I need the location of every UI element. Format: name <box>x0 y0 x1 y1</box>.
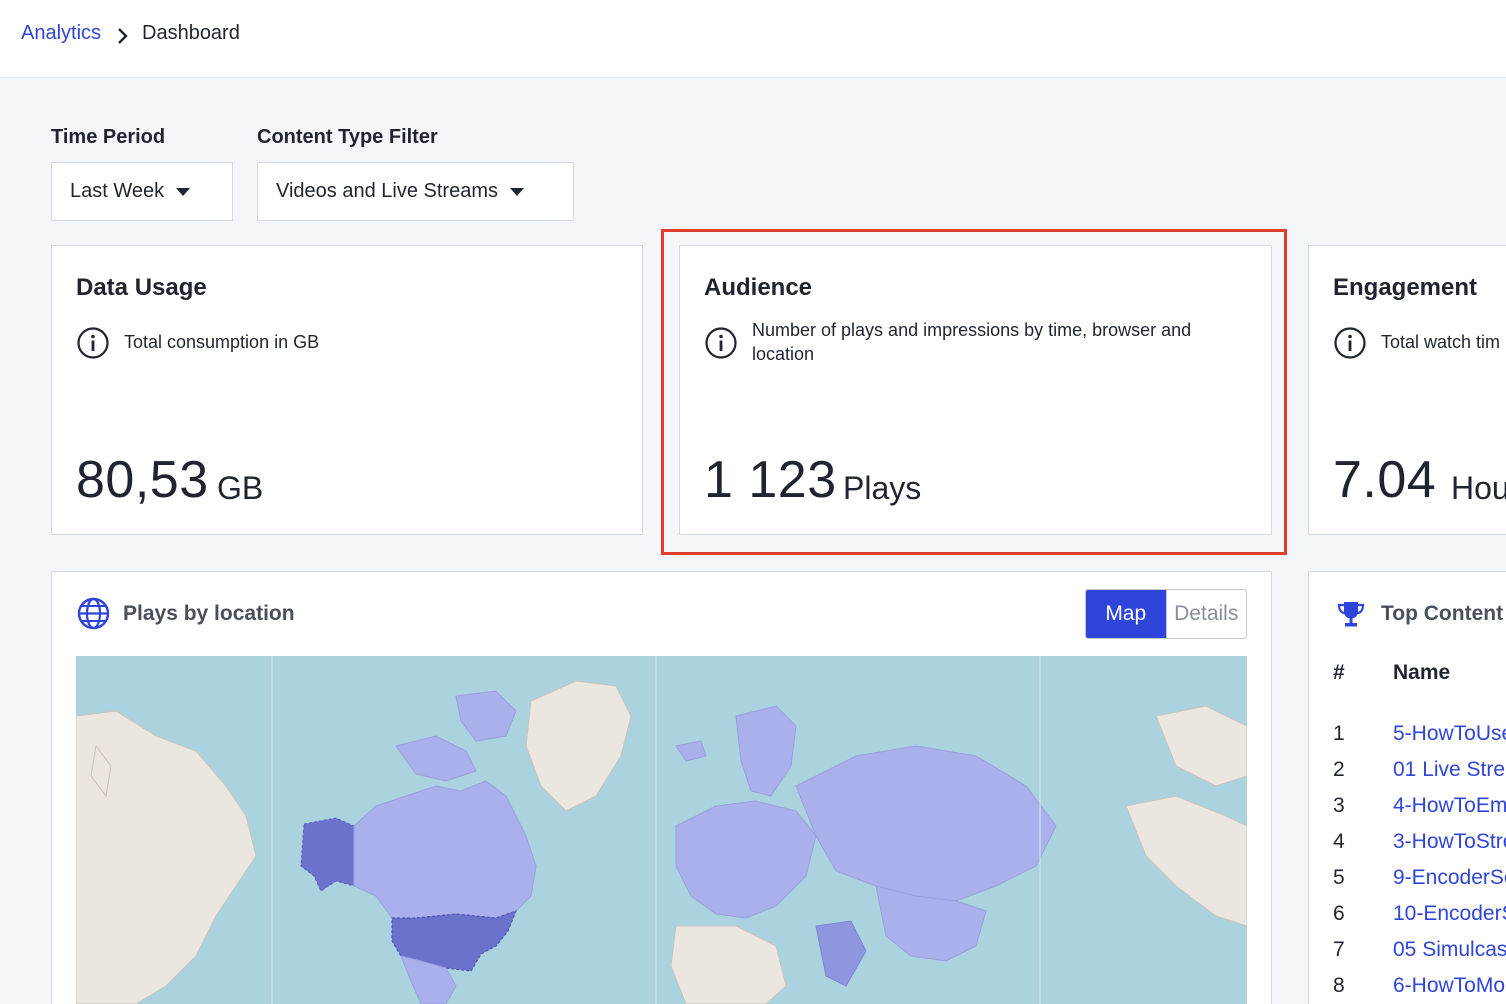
top-content-rank: 5 <box>1333 866 1345 889</box>
audience-unit: Plays <box>843 470 922 506</box>
top-content-link[interactable]: 5-HowToUse <box>1393 722 1506 746</box>
globe-icon <box>77 597 110 630</box>
data-usage-description: Total consumption in GB <box>124 332 320 352</box>
map-region-canada-islands <box>455 690 517 742</box>
info-circle-icon <box>77 327 109 359</box>
top-content-link[interactable]: 9-EncoderSe <box>1393 866 1506 890</box>
engagement-value: 7.04 <box>1333 451 1437 509</box>
plays-by-location-title: Plays by location <box>123 602 295 625</box>
top-content-link[interactable]: 6-HowToMo <box>1393 974 1505 998</box>
map-tab-button[interactable]: Map <box>1086 590 1166 638</box>
engagement-description: Total watch tim <box>1381 332 1501 352</box>
audience-title: Audience <box>704 274 813 301</box>
info-circle-icon <box>1334 327 1366 359</box>
map-land-greenland <box>525 680 632 812</box>
details-tab-button[interactable]: Details <box>1165 590 1247 638</box>
audience-card: Audience Number of plays and impressions… <box>679 245 1272 535</box>
top-content-rank: 6 <box>1333 902 1345 925</box>
top-content-rank: 4 <box>1333 830 1345 853</box>
map-region-canada <box>353 780 537 919</box>
world-map-drawing <box>76 656 1247 1004</box>
world-map[interactable] <box>76 656 1247 1004</box>
top-content-rank: 2 <box>1333 758 1345 781</box>
top-content-name-header: Name <box>1393 661 1451 684</box>
map-region-russia <box>795 745 1057 902</box>
content-type-label: Content Type Filter <box>257 126 438 148</box>
map-region-europe <box>675 800 817 919</box>
caret-down-icon <box>509 187 524 196</box>
info-circle-icon <box>705 327 737 359</box>
engagement-title: Engagement <box>1333 274 1478 301</box>
map-region-canada-north <box>395 735 477 782</box>
top-content-link[interactable]: 4-HowToEm <box>1393 794 1506 818</box>
time-period-select[interactable]: Last Week <box>51 162 233 221</box>
map-details-toggle: Map Details <box>1085 589 1247 639</box>
engagement-card: Engagement Total watch tim 7.04 Hou <box>1308 245 1506 535</box>
top-content-title: Top Content ( <box>1381 602 1506 625</box>
map-land-africa <box>670 925 787 1004</box>
trophy-icon <box>1337 602 1365 627</box>
caret-down-icon <box>176 187 191 196</box>
audience-description: Number of plays and impressions by time,… <box>752 320 1192 364</box>
top-bar: Analytics Dashboard <box>0 0 1506 78</box>
top-content-link[interactable]: 10-EncoderS <box>1393 902 1506 926</box>
engagement-unit: Hou <box>1451 470 1506 506</box>
top-content-rank: 3 <box>1333 794 1345 817</box>
map-region-iceland <box>675 740 707 762</box>
data-usage-card: Data Usage Total consumption in GB 80,53… <box>51 245 643 535</box>
map-region-scandinavia <box>735 705 797 797</box>
top-content-rank: 1 <box>1333 722 1345 745</box>
top-content-rank-header: # <box>1333 661 1345 684</box>
map-region-alaska <box>300 817 355 892</box>
chevron-right-icon <box>118 28 128 44</box>
top-content-link[interactable]: 01 Live Strea <box>1393 758 1506 782</box>
map-land-alaska-east <box>1125 795 1247 927</box>
breadcrumb-analytics-link[interactable]: Analytics <box>21 22 101 45</box>
time-period-value: Last Week <box>70 180 165 202</box>
content-type-select[interactable]: Videos and Live Streams <box>257 162 574 221</box>
top-content-link[interactable]: 05 Simulcas <box>1393 938 1506 962</box>
top-content-rank: 7 <box>1333 938 1345 961</box>
breadcrumb-current: Dashboard <box>142 22 240 44</box>
top-content-link[interactable]: 3-HowToStre <box>1393 830 1506 854</box>
data-usage-value: 80,53 <box>76 451 209 509</box>
top-content-rank: 8 <box>1333 974 1345 997</box>
map-region-india <box>815 920 867 987</box>
map-land-north-east <box>1155 705 1247 787</box>
content-type-value: Videos and Live Streams <box>276 180 498 202</box>
data-usage-title: Data Usage <box>76 274 207 301</box>
audience-value: 1 123 <box>704 451 837 509</box>
data-usage-unit: GB <box>217 470 264 506</box>
time-period-label: Time Period <box>51 126 166 148</box>
